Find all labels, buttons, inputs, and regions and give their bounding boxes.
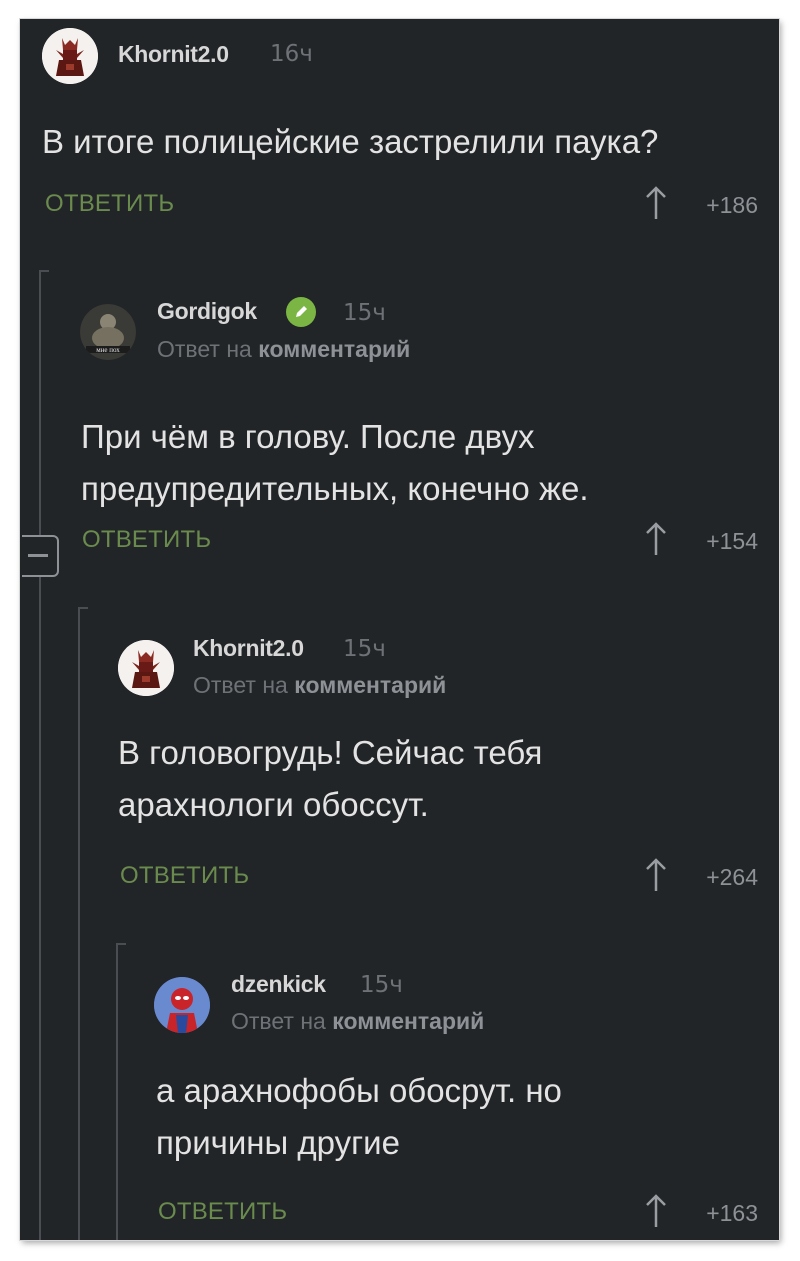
timestamp: 15ч (343, 300, 386, 326)
comment-text-line: В головогрудь! Сейчас тебя (118, 734, 543, 771)
rating: +264 (706, 864, 758, 890)
upvote-arrow-icon[interactable] (645, 858, 667, 892)
username[interactable]: Gordigok (157, 298, 257, 325)
thread-line-level2-top (78, 607, 88, 609)
username[interactable]: Khornit2.0 (193, 635, 304, 662)
comment-text-line: а арахнофобы обосрут. но (156, 1072, 562, 1109)
timestamp: 15ч (360, 972, 403, 998)
spiderman-avatar-icon[interactable] (154, 977, 210, 1033)
avatar-caption: мне пох (96, 346, 120, 354)
reply-to-link[interactable]: комментарий (294, 672, 446, 698)
comment-2: мне пох Gordigok 15ч Ответ на комментари… (20, 281, 779, 601)
comment-text-line: предупредительных, конечно же. (81, 470, 589, 507)
comment-text-line: При чём в голову. После двух (81, 418, 535, 455)
reply-to-link[interactable]: комментарий (332, 1008, 484, 1034)
username[interactable]: Khornit2.0 (118, 41, 229, 68)
reply-to-info: Ответ на комментарий (231, 1008, 484, 1035)
reply-to-prefix: Ответ на (157, 336, 252, 362)
reply-to-prefix: Ответ на (193, 672, 288, 698)
statue-avatar-icon[interactable] (118, 640, 174, 696)
timestamp: 15ч (343, 636, 386, 662)
statue-avatar-icon[interactable] (42, 28, 98, 84)
comment-3: Khornit2.0 15ч Ответ на комментарий В го… (20, 617, 779, 937)
upvote-arrow-icon[interactable] (645, 1194, 667, 1228)
comments-screen: Khornit2.0 16ч В итоге полицейские застр… (20, 19, 779, 1240)
reply-button[interactable]: ОТВЕТИТЬ (120, 862, 249, 890)
comment-1: Khornit2.0 16ч В итоге полицейские застр… (20, 19, 779, 259)
rating: +163 (706, 1200, 758, 1226)
reply-button[interactable]: ОТВЕТИТЬ (45, 190, 174, 218)
comment-4: dzenkick 15ч Ответ на комментарий а арах… (20, 953, 779, 1240)
timestamp: 16ч (270, 41, 313, 67)
reply-to-link[interactable]: комментарий (258, 336, 410, 362)
reply-to-info: Ответ на комментарий (193, 672, 446, 699)
reply-to-info: Ответ на комментарий (157, 336, 410, 363)
reply-button[interactable]: ОТВЕТИТЬ (82, 526, 211, 554)
rating: +186 (706, 192, 758, 218)
username[interactable]: dzenkick (231, 971, 326, 998)
comment-text: При чём в голову. После двух предупредит… (81, 411, 589, 515)
comment-text: В итоге полицейские застрелили паука? (42, 123, 659, 160)
reply-to-prefix: Ответ на (231, 1008, 326, 1034)
thread-line-level1-top (39, 270, 49, 272)
thread-line-level3-top (116, 943, 126, 945)
verified-pencil-icon (286, 297, 316, 327)
reply-button[interactable]: ОТВЕТИТЬ (158, 1198, 287, 1226)
upvote-arrow-icon[interactable] (645, 522, 667, 556)
comment-text-line: причины другие (156, 1124, 400, 1161)
comment-text-line: арахнологи обоссут. (118, 786, 429, 823)
upvote-arrow-icon[interactable] (645, 186, 667, 220)
comment-text: В головогрудь! Сейчас тебя арахнологи об… (118, 727, 542, 831)
rating: +154 (706, 528, 758, 554)
comment-text: а арахнофобы обосрут. но причины другие (156, 1065, 562, 1169)
